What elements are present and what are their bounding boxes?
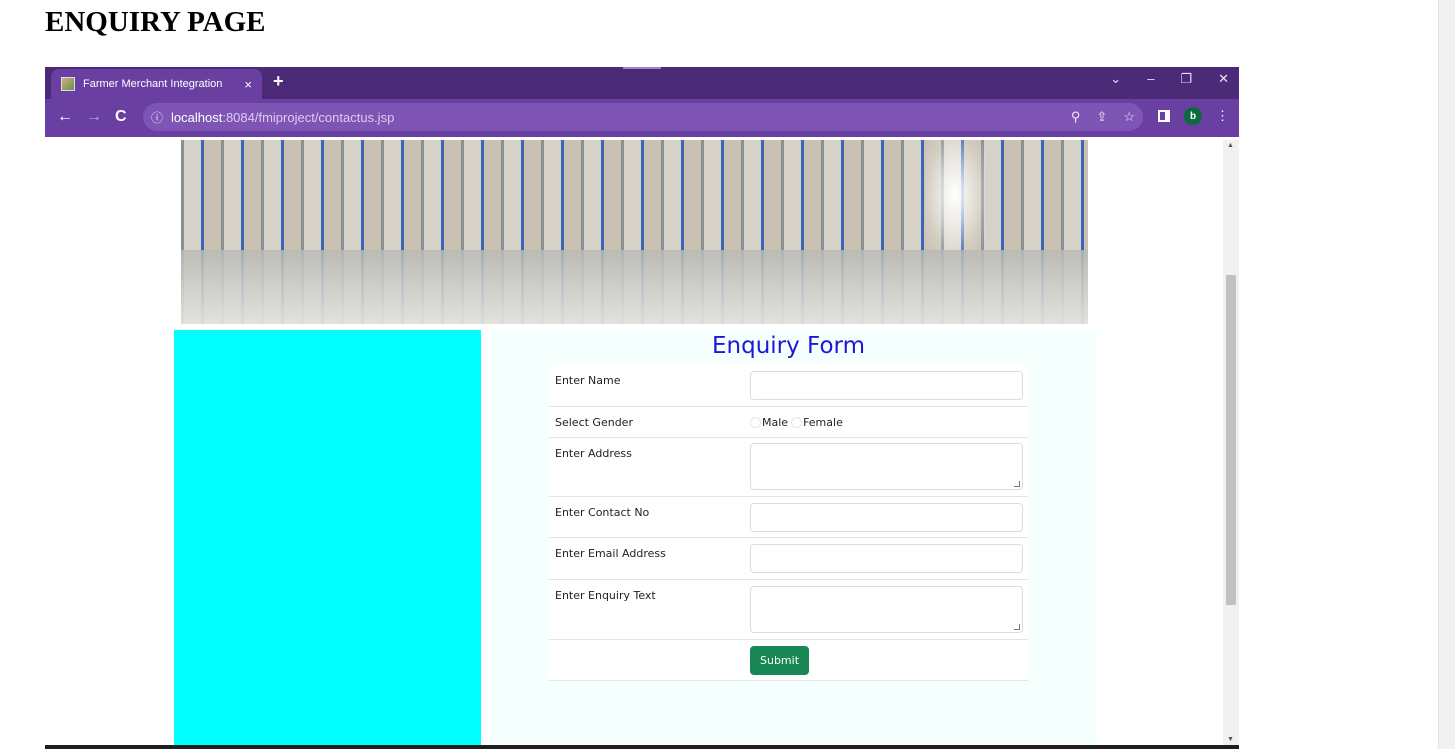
address-row: Enter Address (549, 438, 1028, 497)
scroll-down-icon[interactable]: ▼ (1227, 736, 1234, 743)
tab-bar-notch (623, 67, 661, 69)
zoom-icon[interactable]: ⚲ (1071, 109, 1081, 125)
warehouse-floor (181, 250, 1088, 324)
scrollbar-thumb[interactable] (1226, 275, 1236, 605)
tab-search-icon[interactable]: ⌄ (1110, 71, 1121, 87)
name-input[interactable] (750, 371, 1023, 400)
enquiry-label: Enter Enquiry Text (555, 589, 656, 602)
page-scrollbar[interactable]: ▲ ▼ (1223, 140, 1239, 745)
profile-avatar[interactable]: b (1184, 107, 1202, 125)
bookmark-star-icon[interactable]: ☆ (1123, 109, 1135, 125)
forward-arrow-icon[interactable]: → (86, 108, 102, 126)
back-arrow-icon[interactable]: ← (57, 108, 73, 126)
gender-radio-group: Male Female (750, 416, 846, 429)
outer-scrollbar[interactable] (1438, 0, 1455, 749)
new-tab-icon[interactable]: + (273, 71, 284, 92)
submit-button[interactable]: Submit (750, 646, 810, 675)
gender-label: Select Gender (555, 416, 633, 429)
url-input[interactable]: ⓘ localhost:8084/fmiproject/contactus.js… (143, 103, 1143, 131)
close-tab-icon[interactable]: × (244, 77, 252, 92)
tab-bar: Farmer Merchant Integration × + ⌄ – ❐ ✕ (45, 67, 1239, 99)
female-label: Female (803, 416, 843, 429)
enquiry-form-panel: Enquiry Form Enter Name Select Gender Ma… (491, 330, 1097, 745)
restore-icon[interactable]: ❐ (1180, 71, 1192, 87)
email-row: Enter Email Address (549, 538, 1028, 580)
gender-row: Select Gender Male Female (549, 407, 1028, 438)
scroll-up-icon[interactable]: ▲ (1227, 142, 1234, 149)
toolbar-right: b ⋮ (1158, 107, 1229, 125)
share-icon[interactable]: ⇪ (1096, 109, 1107, 125)
site-info-icon[interactable]: ⓘ (151, 109, 163, 126)
name-row: Enter Name (549, 365, 1028, 407)
submit-row: Submit (549, 640, 1028, 681)
browser-window: Farmer Merchant Integration × + ⌄ – ❐ ✕ … (45, 67, 1239, 749)
male-radio[interactable] (750, 417, 761, 428)
form-title: Enquiry Form (712, 333, 865, 359)
outer-scrollbar-thumb[interactable] (1442, 0, 1452, 749)
kebab-menu-icon[interactable]: ⋮ (1216, 108, 1229, 124)
resize-grip-icon[interactable] (1014, 481, 1020, 487)
taskbar-edge (45, 745, 1239, 749)
warehouse-light (925, 140, 985, 250)
email-input[interactable] (750, 544, 1023, 573)
enquiry-form: Enter Name Select Gender Male Female Ent… (549, 365, 1028, 681)
farm-favicon-icon (61, 77, 75, 91)
enquiry-row: Enter Enquiry Text (549, 580, 1028, 640)
omnibox-actions: ⚲ ⇪ ☆ (1071, 109, 1135, 125)
male-label: Male (762, 416, 789, 429)
side-panel (174, 330, 481, 745)
reload-icon[interactable]: C (115, 108, 127, 126)
email-label: Enter Email Address (555, 547, 666, 560)
tab-farmer-merchant[interactable]: Farmer Merchant Integration × (51, 69, 262, 99)
address-bar: ← → C ⓘ localhost:8084/fmiproject/contac… (45, 99, 1239, 137)
address-label: Enter Address (555, 447, 632, 460)
url-host: localhost (171, 109, 223, 125)
page-heading: ENQUIRY PAGE (45, 6, 266, 38)
window-controls: ⌄ – ❐ ✕ (1110, 71, 1229, 87)
contact-input[interactable] (750, 503, 1023, 532)
address-textarea[interactable] (750, 443, 1023, 490)
close-window-icon[interactable]: ✕ (1218, 71, 1229, 87)
tab-title: Farmer Merchant Integration (83, 78, 223, 90)
contact-row: Enter Contact No (549, 497, 1028, 538)
female-radio[interactable] (791, 417, 803, 428)
page-viewport: Enquiry Form Enter Name Select Gender Ma… (45, 140, 1239, 745)
url-path: :8084/fmiproject/contactus.jsp (222, 109, 395, 125)
name-label: Enter Name (555, 374, 621, 387)
side-panel-icon[interactable] (1158, 110, 1170, 122)
contact-label: Enter Contact No (555, 506, 650, 519)
minimize-icon[interactable]: – (1147, 71, 1154, 87)
enquiry-textarea[interactable] (750, 586, 1023, 633)
resize-grip-icon[interactable] (1014, 624, 1020, 630)
